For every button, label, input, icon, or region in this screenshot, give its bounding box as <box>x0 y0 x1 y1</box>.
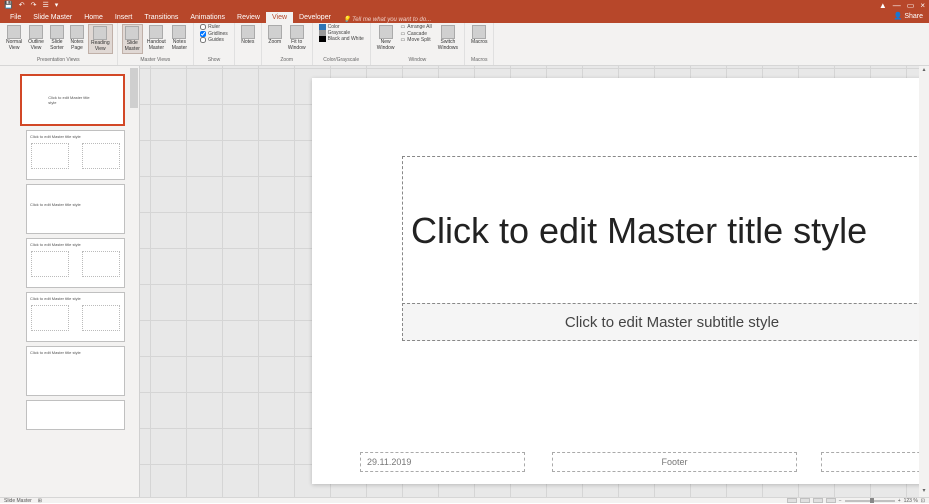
normal-view-button[interactable]: NormalView <box>4 24 24 54</box>
group-color: Color Grayscale Black and White Color/Gr… <box>313 23 371 65</box>
slide-number-placeholder[interactable]: ‹#› <box>821 452 929 472</box>
slide-canvas[interactable]: Click to edit Master title style Click t… <box>312 78 929 484</box>
guides-checkbox[interactable]: Guides <box>198 37 230 44</box>
thumb-layout-4[interactable]: Click to edit Master title style <box>26 292 125 342</box>
group-label: Master Views <box>122 57 189 64</box>
group-window: NewWindow ▭ Arrange All ▭ Cascade ▭ Move… <box>371 23 465 65</box>
slide-master-button[interactable]: SlideMaster <box>122 24 143 54</box>
macros-button[interactable]: Macros <box>469 24 489 47</box>
date-placeholder[interactable]: 29.11.2019 <box>360 452 525 472</box>
tell-me-input[interactable]: Tell me what you want to do... <box>343 16 431 23</box>
edit-pane: Click to edit Master title style Click t… <box>140 66 929 497</box>
title-text: Click to edit Master title style <box>411 210 867 252</box>
window-controls: ▲ — ▭ × <box>879 1 925 10</box>
bw-button[interactable]: Black and White <box>317 36 366 42</box>
notes-button[interactable]: Notes <box>239 24 257 47</box>
tabbar: File Slide Master Home Insert Transition… <box>0 10 929 23</box>
thumb-title: Click to edit Master title style <box>29 241 122 248</box>
view-reading-icon[interactable] <box>813 498 823 503</box>
reading-view-button[interactable]: ReadingView <box>88 24 113 54</box>
thumb-scrollbar[interactable] <box>129 66 139 497</box>
footer-placeholder[interactable]: Footer <box>552 452 797 472</box>
subtitle-text: Click to edit Master subtitle style <box>565 314 779 331</box>
new-window-button[interactable]: NewWindow <box>375 24 397 52</box>
handout-master-button[interactable]: HandoutMaster <box>145 24 168 54</box>
group-notes: Notes <box>235 23 262 65</box>
zoom-slider[interactable] <box>845 500 895 502</box>
tab-developer[interactable]: Developer <box>293 12 337 23</box>
scroll-up-icon[interactable]: ▴ <box>919 66 929 76</box>
thumb-title: Click to edit Master title style <box>47 94 98 106</box>
close-icon[interactable]: × <box>920 1 925 10</box>
thumb-title: Click to edit Master title style <box>29 295 122 302</box>
scrollbar-thumb[interactable] <box>130 68 138 108</box>
minimize-icon[interactable]: — <box>893 1 901 10</box>
tab-home[interactable]: Home <box>78 12 109 23</box>
undo-icon[interactable]: ↶ <box>19 1 25 9</box>
group-label: Window <box>375 57 460 64</box>
view-normal-icon[interactable] <box>787 498 797 503</box>
group-macros: Macros Macros <box>465 23 494 65</box>
save-icon[interactable]: 💾 <box>4 1 13 9</box>
redo-icon[interactable]: ↷ <box>31 1 37 9</box>
workarea: Click to edit Master title style Click t… <box>0 66 929 497</box>
statusbar: Slide Master ⊞ − + 123 % ⊡ <box>0 497 929 503</box>
move-split-button[interactable]: ▭ Move Split <box>399 37 434 44</box>
outline-view-button[interactable]: OutlineView <box>26 24 46 54</box>
qat-dropdown-icon[interactable]: ▾ <box>55 1 59 9</box>
tab-slide-master[interactable]: Slide Master <box>27 12 78 23</box>
thumbnail-pane[interactable]: Click to edit Master title style Click t… <box>0 66 140 497</box>
group-zoom: Zoom Fit toWindow Zoom <box>262 23 313 65</box>
tab-file[interactable]: File <box>4 12 27 23</box>
group-label: Presentation Views <box>4 57 113 64</box>
ribbon: NormalView OutlineView SlideSorter Notes… <box>0 23 929 66</box>
thumb-master[interactable]: Click to edit Master title style <box>20 74 125 126</box>
switch-windows-button[interactable]: SwitchWindows <box>436 24 460 52</box>
group-master-views: SlideMaster HandoutMaster NotesMaster Ma… <box>118 23 194 65</box>
zoom-button[interactable]: Zoom <box>266 24 284 52</box>
tab-review[interactable]: Review <box>231 12 266 23</box>
view-sorter-icon[interactable] <box>800 498 810 503</box>
subtitle-placeholder[interactable]: Click to edit Master subtitle style <box>402 303 929 341</box>
scroll-down-icon[interactable]: ▾ <box>919 487 929 497</box>
titlebar: 💾 ↶ ↷ ☰ ▾ ▲ — ▭ × <box>0 0 929 10</box>
restore-icon[interactable]: ▭ <box>907 1 915 10</box>
group-label: Color/Grayscale <box>317 57 366 64</box>
tab-animations[interactable]: Animations <box>184 12 231 23</box>
thumb-layout-2[interactable]: Click to edit Master title style <box>26 184 125 234</box>
thumb-title: Click to edit Master title style <box>29 201 122 208</box>
view-slideshow-icon[interactable] <box>826 498 836 503</box>
share-label: Share <box>904 13 923 20</box>
fit-window-button[interactable]: Fit toWindow <box>286 24 308 52</box>
group-presentation-views: NormalView OutlineView SlideSorter Notes… <box>0 23 118 65</box>
thumb-title: Click to edit Master title style <box>29 133 122 140</box>
ribbon-toggle-icon[interactable]: ▲ <box>879 1 887 10</box>
qat: 💾 ↶ ↷ ☰ ▾ <box>4 1 58 9</box>
notes-master-button[interactable]: NotesMaster <box>170 24 189 54</box>
touch-icon[interactable]: ☰ <box>42 1 48 9</box>
thumb-layout-6[interactable] <box>26 400 125 430</box>
title-placeholder[interactable]: Click to edit Master title style <box>402 156 929 306</box>
thumb-layout-3[interactable]: Click to edit Master title style <box>26 238 125 288</box>
thumb-layout-1[interactable]: Click to edit Master title style <box>26 130 125 180</box>
tab-transitions[interactable]: Transitions <box>138 12 184 23</box>
tab-view[interactable]: View <box>266 12 293 23</box>
group-label: Macros <box>469 57 489 64</box>
notes-page-button[interactable]: NotesPage <box>68 24 86 54</box>
tab-insert[interactable]: Insert <box>109 12 139 23</box>
group-show: Ruler Gridlines Guides Show <box>194 23 235 65</box>
group-label: Zoom <box>266 57 308 64</box>
slide-sorter-button[interactable]: SlideSorter <box>48 24 66 54</box>
group-label: Show <box>198 57 230 64</box>
vertical-scrollbar[interactable]: ▴ ▾ <box>919 66 929 497</box>
thumb-title: Click to edit Master title style <box>29 349 122 356</box>
thumb-layout-5[interactable]: Click to edit Master title style <box>26 346 125 396</box>
share-button[interactable]: 👤 Share <box>894 12 923 20</box>
